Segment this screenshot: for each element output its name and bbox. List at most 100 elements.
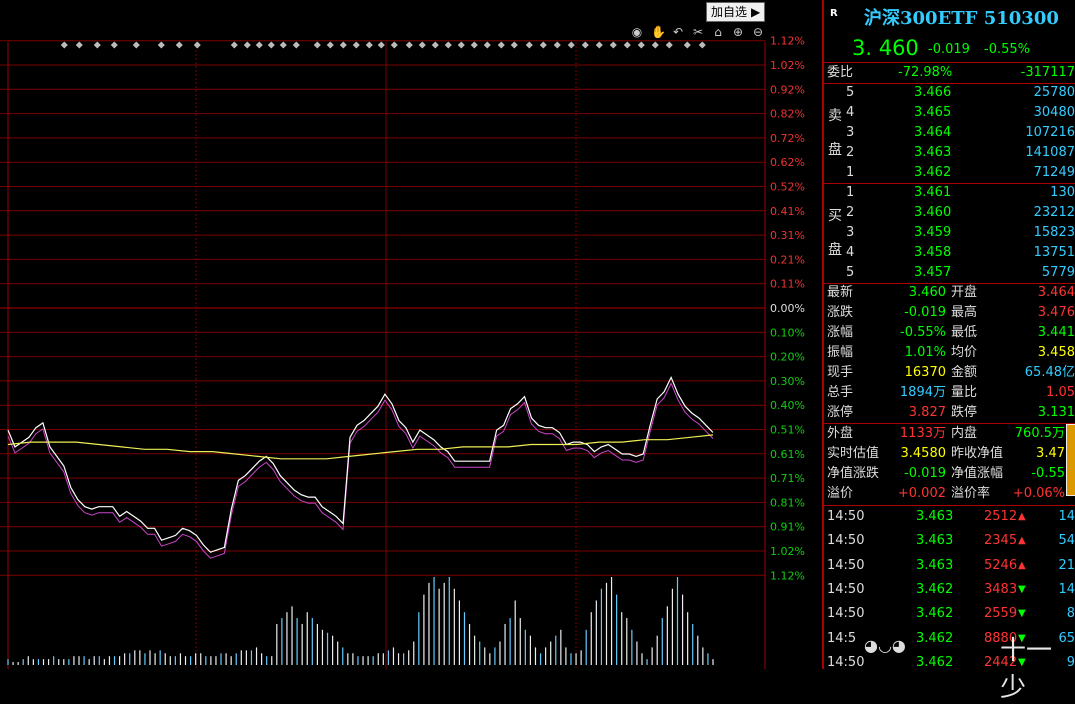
tick-count: 14 — [1058, 581, 1075, 597]
stat-value: 3.458 — [1037, 345, 1075, 360]
buy-level: 3 — [846, 225, 855, 240]
buy-volume: 5779 — [1041, 265, 1075, 280]
axis-label-top: 0.21% — [770, 253, 805, 266]
intraday-chart[interactable]: 1.12% 1.02% 0.92% 0.82% 0.72% 0.62% 0.52% 0.41%… — [0, 0, 822, 669]
tick-row: 14:50 3.462 3483 ▼ 14 — [824, 580, 1075, 600]
current-price: 3. 460 — [852, 36, 919, 60]
axis-label-bottom: 0.71% — [770, 472, 805, 485]
axis-label-bottom: 0.81% — [770, 496, 805, 509]
tick-row: 14:50 3.463 2345 ▲ 54 — [824, 531, 1075, 551]
stats-row: 总手 1894万 量比 1.05 — [824, 383, 1075, 403]
sell-level: 2 — [846, 145, 855, 160]
axis-label-bottom: 0.10% — [770, 326, 805, 339]
buy-price: 3.459 — [914, 225, 952, 240]
marker-diamond — [581, 41, 589, 49]
marker-diamond — [609, 41, 617, 49]
marker-diamond — [175, 41, 183, 49]
stat-label: 涨跌 — [827, 305, 854, 320]
sell-volume: 107216 — [1025, 125, 1075, 140]
stats-row: 涨跌 -0.019 最高 3.476 — [824, 303, 1075, 323]
tick-count: 14 — [1058, 509, 1075, 524]
stat-label: 净值涨跌 — [827, 466, 880, 481]
tick-price: 3.463 — [916, 533, 954, 549]
axis-label-bottom: 0.61% — [770, 448, 805, 461]
zoom-out-icon[interactable]: ⊖ — [751, 25, 765, 39]
stat-value: 3.464 — [1037, 285, 1075, 300]
scissors-icon[interactable]: ✂ — [691, 25, 705, 39]
tick-row: 14:50 3.463 5246 ▲ 21 — [824, 556, 1075, 576]
tick-price: 3.462 — [916, 581, 954, 597]
average-line — [7, 434, 714, 460]
marker-diamond — [457, 41, 465, 49]
marker-diamond — [483, 41, 491, 49]
axis-label-top: 0.52% — [770, 181, 805, 194]
marker-diamond — [683, 41, 691, 49]
sell-level: 1 — [846, 165, 855, 180]
stat-label: 溢价 — [827, 486, 854, 501]
sell-row: 5 3.466 25780 — [824, 83, 1075, 103]
axis-label-zero: 0.00% — [770, 302, 805, 315]
zoom-in-icon[interactable]: ⊕ — [731, 25, 745, 39]
marker-diamond — [595, 41, 603, 49]
watermark-text: 十一少 — [1000, 636, 1053, 703]
buy-price: 3.458 — [914, 245, 952, 260]
marker-diamond — [665, 41, 673, 49]
sell-price: 3.462 — [914, 165, 952, 180]
marker-diamond — [651, 41, 659, 49]
sell-price: 3.463 — [914, 145, 952, 160]
tick-price: 3.463 — [916, 557, 954, 573]
stat-label: 净值涨幅 — [951, 466, 1004, 481]
hand-icon[interactable]: ✋ — [651, 25, 666, 39]
sell-price: 3.466 — [914, 85, 952, 100]
stat-value: -0.55% — [900, 325, 946, 340]
sell-level: 4 — [846, 105, 855, 120]
sell-price: 3.465 — [914, 105, 952, 120]
sell-row: 3 3.464 107216 — [824, 123, 1075, 143]
axis-label-bottom: 0.40% — [770, 399, 805, 412]
watermark-logo-icon: ◕◡◕ — [864, 636, 906, 655]
stat-value: 3.476 — [1037, 305, 1075, 320]
intraday-chart-svg[interactable]: 1.12% 1.02% 0.92% 0.82% 0.72% 0.62% 0.52% 0.41%… — [0, 0, 822, 669]
buy-row: 5 3.457 5779 — [824, 263, 1075, 283]
buy-row: 1 3.461 130 — [824, 183, 1075, 203]
marker-diamond — [365, 41, 373, 49]
marker-diamond — [157, 41, 165, 49]
stat-label: 溢价率 — [951, 486, 991, 501]
tick-volume: 2345 — [984, 533, 1018, 549]
marker-diamond — [431, 41, 439, 49]
undo-icon[interactable]: ↶ — [671, 25, 685, 39]
stat-value: 3.4580 — [900, 446, 947, 461]
stats-row: 实时估值 3.4580 昨收净值 3.47 — [824, 444, 1075, 464]
add-watchlist-button[interactable]: 加自选 ▶ — [706, 2, 766, 22]
stat-label: 开盘 — [951, 285, 978, 300]
buy-level: 5 — [846, 265, 855, 280]
axis-label-bottom: 0.30% — [770, 375, 805, 388]
add-watchlist-label: 加自选 — [711, 5, 748, 19]
tick-row: 14:50 3.462 2559 ▼ 8 — [824, 604, 1075, 624]
sell-row: 2 3.463 141087 — [824, 143, 1075, 163]
stat-label: 最新 — [827, 285, 854, 300]
axis-label-top: 0.31% — [770, 229, 805, 242]
lock-icon[interactable]: ⌂ — [711, 25, 725, 39]
stat-label: 昨收净值 — [951, 446, 1004, 461]
stats-row: 最新 3.460 开盘 3.464 — [824, 283, 1075, 303]
arrow-up-icon: ▲ — [1018, 535, 1026, 547]
marker-diamond — [339, 41, 347, 49]
stat-value: 3.827 — [908, 405, 946, 420]
marker-diamond — [292, 41, 300, 49]
stat-value: 3.441 — [1037, 325, 1075, 340]
eye-icon[interactable]: ◉ — [630, 25, 644, 39]
axis-label-bottom: 0.20% — [770, 351, 805, 364]
marker-diamond — [637, 41, 645, 49]
buy-price: 3.461 — [914, 185, 952, 200]
buy-volume: 23212 — [1033, 205, 1075, 220]
sell-price: 3.464 — [914, 125, 952, 140]
marker-diamond — [243, 41, 251, 49]
tick-time: 14:50 — [827, 606, 865, 622]
axis-label-top: 1.02% — [770, 59, 805, 72]
play-icon[interactable]: ▶ — [751, 5, 760, 19]
stat-label: 内盘 — [951, 426, 978, 441]
arrow-down-icon: ▼ — [1018, 583, 1026, 595]
sell-volume: 71249 — [1033, 165, 1075, 180]
tick-time: 14:50 — [827, 557, 865, 573]
